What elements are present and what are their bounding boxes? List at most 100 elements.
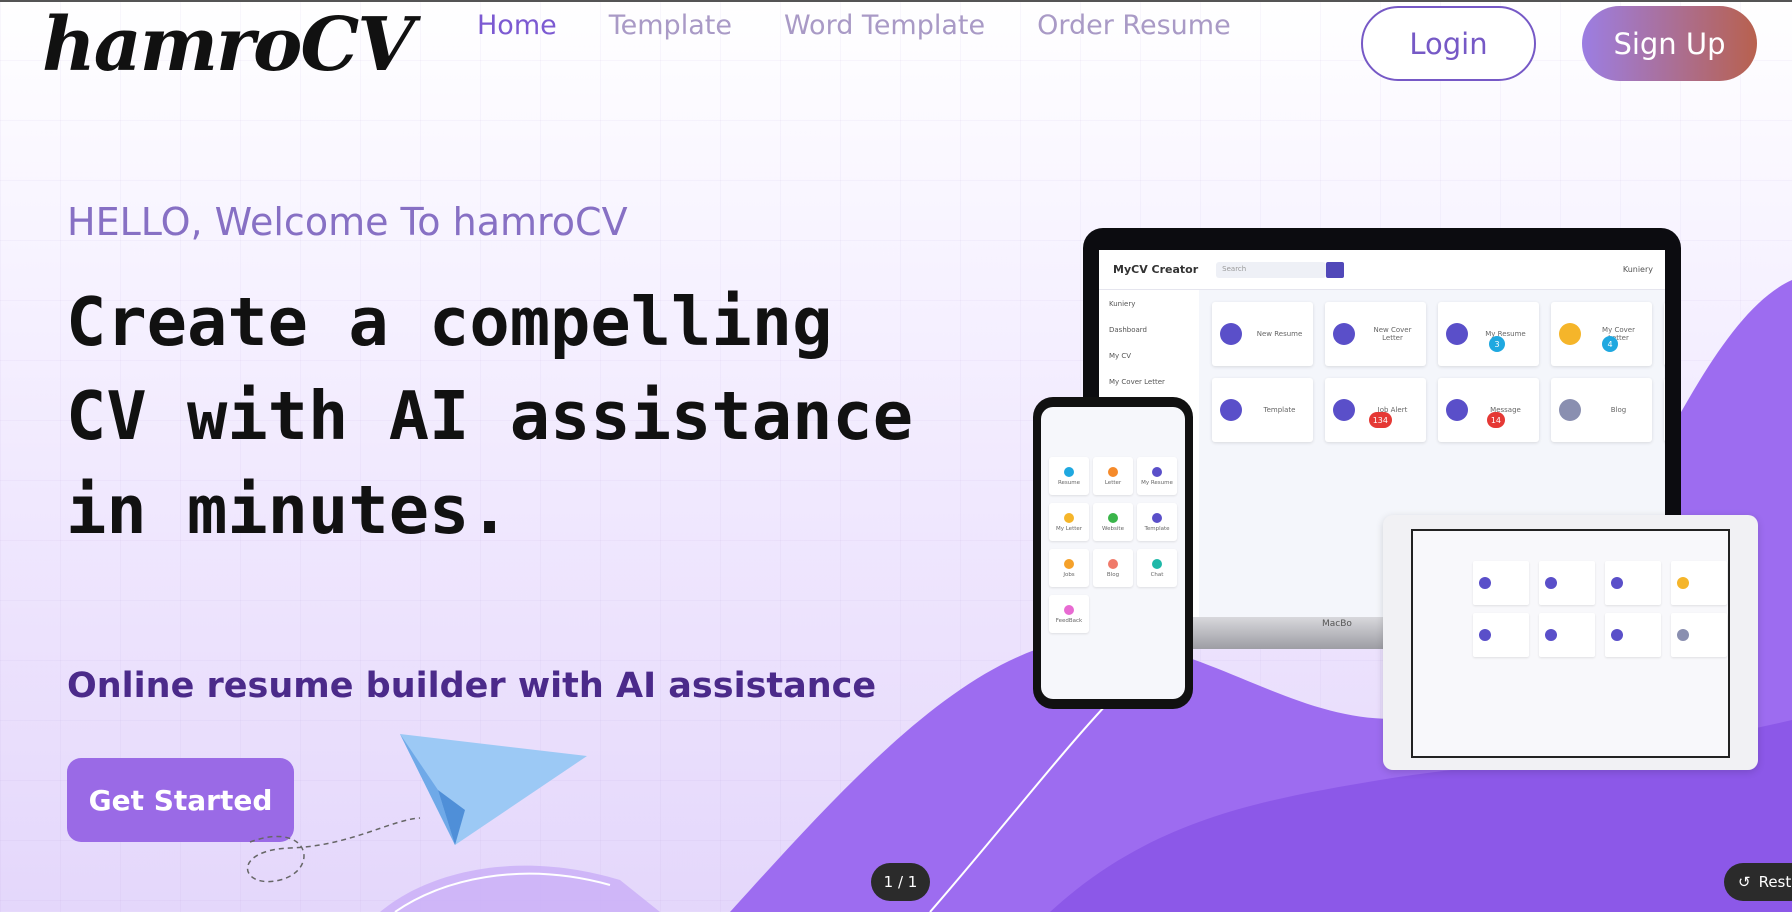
mockup-sidebar-item: My Cover Letter — [1109, 378, 1165, 386]
tablet-tile — [1605, 613, 1661, 657]
mockup-sidebar-item: Kuniery — [1109, 300, 1136, 308]
plus-circle-icon — [1333, 323, 1355, 345]
mockup-tile: Template — [1212, 378, 1313, 442]
phone-tile: Resume — [1049, 457, 1089, 495]
mockup-tile-badge: 134 — [1368, 412, 1392, 428]
phone-tile-icon — [1108, 558, 1118, 569]
phone-tile: Template — [1137, 503, 1177, 541]
nav-order-resume[interactable]: Order Resume — [1037, 10, 1231, 41]
mockup-tile-label: Template — [1263, 406, 1296, 414]
cart-icon — [1220, 399, 1242, 421]
carousel-pager: 1 / 1 — [871, 863, 930, 901]
phone-tile: Blog — [1093, 549, 1133, 587]
list-icon — [1559, 399, 1581, 421]
document-icon — [1611, 577, 1623, 589]
phone-tile: Chat — [1137, 549, 1177, 587]
phone-tile-icon — [1064, 466, 1074, 477]
phone-tile-icon — [1064, 604, 1074, 615]
phone-tile-icon — [1108, 512, 1118, 523]
mockup-tile: FeedBack — [1664, 378, 1665, 442]
mockup-tile: Message 14 — [1438, 378, 1539, 442]
mockup-tile-badge: 3 — [1489, 336, 1505, 352]
phone-tile-label: My Letter — [1055, 525, 1083, 532]
restore-button[interactable]: ↺ Rest — [1724, 863, 1792, 901]
mockup-tile: Website — [1664, 302, 1665, 366]
phone-tile-label: Website — [1102, 525, 1124, 532]
cart-icon — [1479, 629, 1491, 641]
phone-tile-icon — [1064, 558, 1074, 569]
tablet-mockup — [1383, 515, 1758, 770]
list-icon — [1677, 629, 1689, 641]
phone-tile-icon — [1064, 512, 1074, 523]
mockup-tile-label: Blog — [1610, 406, 1627, 414]
phone-screen: Resume Letter My Resume My Letter Website Tem… — [1041, 407, 1185, 699]
phone-tile: Website — [1093, 503, 1133, 541]
document-icon — [1559, 323, 1581, 345]
phone-mockup: Resume Letter My Resume My Letter Website Tem… — [1033, 397, 1193, 709]
phone-tile: Jobs — [1049, 549, 1089, 587]
mockup-sidebar-item: Dashboard — [1109, 326, 1147, 334]
mockup-tile-badge: 14 — [1486, 412, 1505, 428]
phone-tile-icon — [1152, 466, 1162, 477]
mockup-tile-label: Message — [1490, 406, 1521, 414]
mail-icon — [1446, 399, 1468, 421]
mockup-user: Kuniery — [1622, 265, 1653, 274]
phone-tile-label: My Resume — [1141, 479, 1173, 486]
briefcase-icon — [1333, 399, 1355, 421]
main-nav: Home Template Word Template Order Resume — [477, 10, 1231, 41]
phone-tile-icon — [1152, 558, 1162, 569]
login-button[interactable]: Login — [1361, 6, 1536, 81]
paper-plane-icon — [246, 734, 587, 883]
tablet-tile-grid — [1473, 561, 1728, 657]
tablet-tile — [1539, 613, 1595, 657]
mail-icon — [1611, 629, 1623, 641]
phone-tile: My Letter — [1049, 503, 1089, 541]
tablet-tile — [1671, 561, 1727, 605]
restore-label: Rest — [1758, 873, 1792, 891]
plus-circle-icon — [1220, 323, 1242, 345]
tablet-tile — [1671, 613, 1727, 657]
mockup-tile: My Cover Letter 4 — [1551, 302, 1652, 366]
phone-tile-label: Jobs — [1063, 571, 1075, 578]
hero-subheadline: Online resume builder with AI assistance — [67, 666, 877, 706]
mockup-tile: Job Alert 134 — [1325, 378, 1426, 442]
mockup-tile-badge: 4 — [1602, 336, 1618, 352]
signup-button[interactable]: Sign Up — [1582, 6, 1757, 81]
tablet-screen — [1411, 529, 1730, 758]
tablet-tile — [1605, 561, 1661, 605]
mockup-tile-label: My Resume — [1485, 330, 1526, 338]
mockup-search-icon — [1326, 261, 1345, 278]
plus-circle-icon — [1479, 577, 1491, 589]
mockup-topbar: MyCV Creator Search Kuniery — [1099, 250, 1665, 290]
phone-tile-label: Letter — [1104, 479, 1122, 486]
mockup-sidebar-item: My CV — [1109, 352, 1132, 360]
phone-tile-label: Template — [1144, 525, 1170, 532]
phone-tile: My Resume — [1137, 457, 1177, 495]
mockup-app-name: MyCV Creator — [1113, 263, 1199, 276]
hero-headline: Create a compelling CV with AI assistanc… — [66, 283, 914, 549]
nav-template[interactable]: Template — [609, 10, 732, 41]
logo[interactable]: hamroCV — [42, 2, 415, 88]
mockup-tile: My Resume 3 — [1438, 302, 1539, 366]
phone-tile-label: Chat — [1150, 571, 1164, 578]
phone-tile-label: FeedBack — [1055, 617, 1083, 624]
phone-tile-icon — [1152, 512, 1162, 523]
tablet-tile — [1473, 613, 1529, 657]
phone-tile-label: Resume — [1057, 479, 1081, 486]
nav-home[interactable]: Home — [477, 10, 557, 41]
mockup-tile-label: New Cover Letter — [1373, 326, 1412, 342]
mockup-tile: New Cover Letter — [1325, 302, 1426, 366]
phone-tile: FeedBack — [1049, 595, 1089, 633]
plus-circle-icon — [1545, 577, 1557, 589]
mockup-search: Search — [1216, 261, 1327, 278]
laptop-brand: MacBo — [1322, 619, 1352, 629]
mockup-tile-label: My Cover Letter — [1602, 326, 1635, 342]
phone-tile-grid: Resume Letter My Resume My Letter Website Tem… — [1049, 457, 1177, 633]
phone-tile-label: Blog — [1106, 571, 1120, 578]
mockup-tile-label: New Resume — [1256, 330, 1303, 338]
nav-word-template[interactable]: Word Template — [784, 10, 985, 41]
document-icon — [1677, 577, 1689, 589]
restore-icon: ↺ — [1738, 873, 1751, 891]
mockup-tile-grid: New Resume New Cover Letter My Resume 3 My C… — [1212, 302, 1665, 442]
document-icon — [1446, 323, 1468, 345]
